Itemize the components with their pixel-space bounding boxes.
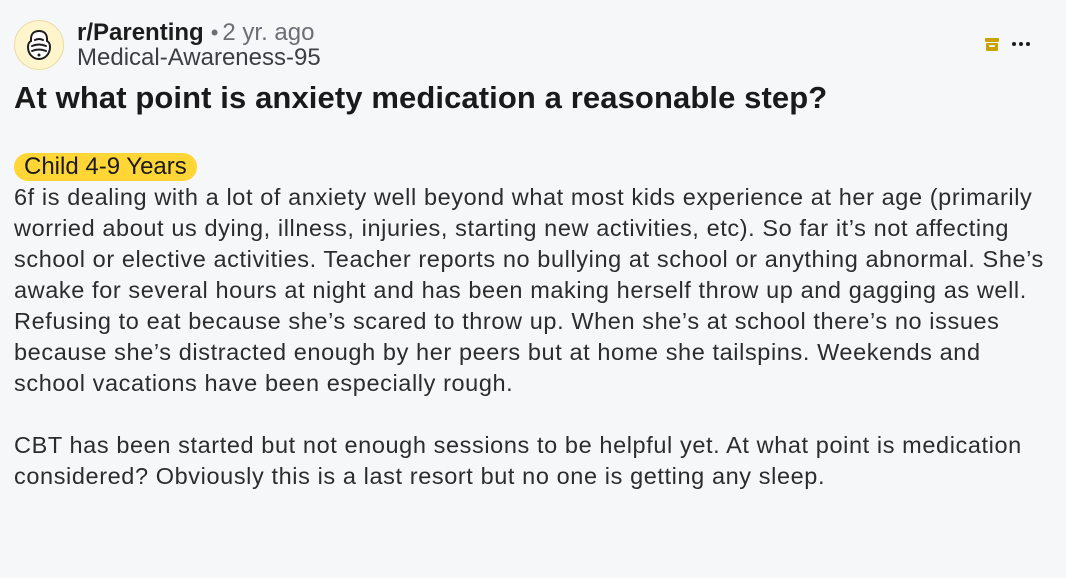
subreddit-link[interactable]: r/Parenting	[77, 20, 204, 45]
dot-icon	[1019, 42, 1023, 46]
post-card: r/Parenting • 2 yr. ago Medical-Awarenes…	[0, 0, 1066, 578]
post-meta: r/Parenting • 2 yr. ago Medical-Awarenes…	[77, 20, 321, 70]
subreddit-avatar-icon[interactable]	[14, 20, 64, 70]
post-timestamp: 2 yr. ago	[222, 19, 315, 46]
archive-icon	[985, 38, 999, 51]
post-body: 6f is dealing with a lot of anxiety well…	[14, 182, 1054, 523]
dot-icon	[1012, 42, 1016, 46]
dot-icon	[1026, 42, 1030, 46]
body-paragraph: 6f is dealing with a lot of anxiety well…	[14, 184, 1044, 396]
post-flair[interactable]: Child 4-9 Years	[14, 153, 197, 181]
post-header: r/Parenting • 2 yr. ago Medical-Awarenes…	[14, 18, 321, 72]
meta-separator: •	[210, 20, 219, 45]
body-paragraph: CBT has been started but not enough sess…	[14, 432, 1022, 489]
author-link[interactable]: Medical-Awareness-95	[77, 45, 321, 70]
more-options-icon[interactable]	[1012, 42, 1030, 46]
meta-top-row: r/Parenting • 2 yr. ago	[77, 20, 321, 45]
post-title[interactable]: At what point is anxiety medication a re…	[14, 80, 827, 116]
post-actions	[984, 36, 1030, 52]
